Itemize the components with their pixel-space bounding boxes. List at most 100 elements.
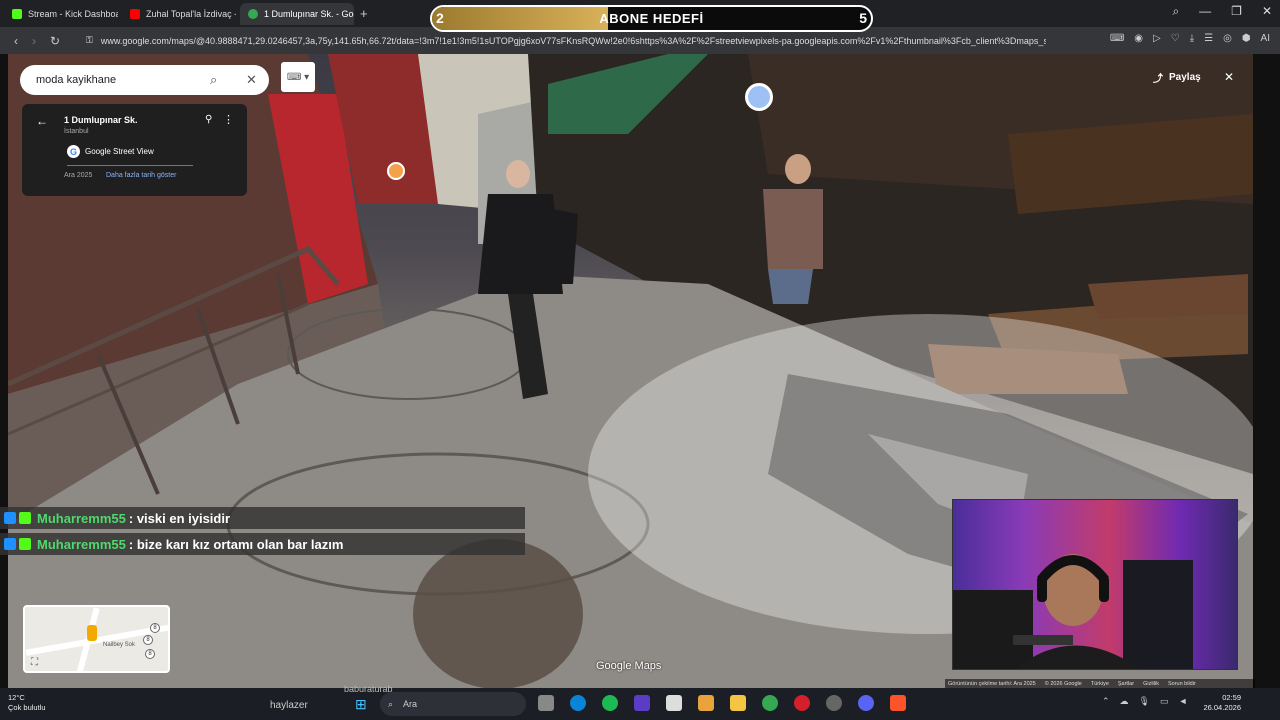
window-controls: ⌕ — ❐ ✕ — [1172, 4, 1272, 19]
microphone-icon[interactable]: 🎙 — [1139, 696, 1150, 707]
weather-desc: Çok bulutlu — [8, 703, 46, 712]
goal-target: 5 — [859, 10, 867, 26]
volume-icon[interactable]: ◄ — [1179, 696, 1188, 707]
extensions-bar: ⌨ ◉ ▷ ♡ ⤓ ☰ ◎ ⬢ AI — [1110, 33, 1270, 44]
street-view-source: G Google Street View — [67, 145, 154, 158]
moderator-badge-icon — [4, 538, 16, 550]
moderator-badge-icon — [4, 512, 16, 524]
chat-username: Muharremm55 — [37, 510, 126, 526]
weather-temp: 12°C — [8, 693, 25, 702]
ai-button[interactable]: AI — [1261, 33, 1270, 44]
partial-username: haylazer — [270, 700, 308, 711]
more-options-icon[interactable]: ⋮ — [223, 113, 234, 126]
tab-youtube[interactable]: Zuhal Topal'la İzdivaç - Ka — [122, 3, 236, 25]
mini-map[interactable]: Nailbey Sok 8 8 8 ⛶ — [23, 605, 170, 673]
taskbar-clock[interactable]: 02:59 26.04.2026 — [1200, 693, 1241, 713]
google-logo-icon: G — [67, 145, 80, 158]
webcam-feed — [953, 554, 1193, 669]
monitor-icon[interactable]: ▭ — [1160, 696, 1169, 707]
maps-footer: Görüntünün çekilme tarihi: Ara 2025 © 20… — [945, 679, 1255, 688]
file-explorer-icon[interactable] — [730, 695, 746, 711]
taskbar-search[interactable]: ⌕ Ara — [380, 692, 526, 716]
clear-search-icon[interactable]: ✕ — [246, 72, 257, 88]
tab-label: Zuhal Topal'la İzdivaç - Ka — [146, 8, 236, 19]
divider — [67, 165, 193, 166]
url-field[interactable]: ⚿ www.google.com/maps/@40.9888471,29.024… — [86, 31, 1046, 50]
windows-taskbar: 12°C Çok bulutlu haylazer baburaturab ⊞ … — [0, 684, 1280, 720]
weather-widget[interactable]: 12°C Çok bulutlu — [8, 693, 46, 713]
extension-icon[interactable]: ⬢ — [1242, 33, 1251, 44]
back-arrow-icon[interactable]: ← — [36, 114, 48, 128]
subscriber-goal-bar: 2 ABONE HEDEFİ 5 — [430, 5, 873, 32]
footer-privacy-link[interactable]: Gizlilik — [1143, 681, 1159, 687]
discord-icon[interactable] — [858, 695, 874, 711]
store-icon[interactable] — [666, 695, 682, 711]
copilot-icon[interactable] — [698, 695, 714, 711]
webcam-overlay — [952, 499, 1238, 670]
chevron-up-icon[interactable]: ⌃ — [1102, 696, 1110, 707]
location-pin-icon[interactable]: ⚲ — [205, 114, 212, 125]
maps-icon — [248, 8, 258, 19]
opera-icon[interactable] — [794, 695, 810, 711]
forward-icon[interactable]: › — [32, 34, 36, 48]
footer-capture-date: Görüntünün çekilme tarihi: Ara 2025 — [948, 680, 1036, 687]
system-tray: ⌃ ☁ 🎙 ▭ ◄ — [1102, 696, 1187, 707]
translate-icon[interactable]: ⌨ — [1110, 33, 1124, 44]
place-title: 1 Dumlupınar Sk. — [64, 115, 138, 125]
footer-terms-link[interactable]: Şartlar — [1118, 681, 1134, 687]
reload-icon[interactable]: ↻ — [50, 34, 60, 48]
street-label: Nailbey Sok — [103, 642, 136, 648]
lock-marker-icon[interactable] — [745, 83, 773, 111]
more-dates-link[interactable]: Daha fazla tarih göster — [106, 172, 176, 179]
chat-text: : viski en iyisidir — [128, 510, 231, 526]
google-maps-watermark: Google Maps — [596, 660, 662, 672]
maps-search-input[interactable]: moda kayikhane ⌕ ✕ — [20, 65, 269, 95]
source-label: Google Street View — [85, 147, 154, 156]
search-icon[interactable]: ⌕ — [210, 72, 217, 88]
chat-username: Muharremm55 — [37, 536, 126, 552]
footer-country[interactable]: Türkiye — [1091, 681, 1109, 687]
edge-icon[interactable] — [570, 695, 586, 711]
profile-icon[interactable]: ◎ — [1223, 33, 1232, 44]
maximize-button[interactable]: ❐ — [1231, 4, 1242, 19]
youtube-icon — [130, 8, 140, 19]
close-street-view-button[interactable]: ✕ — [1224, 70, 1234, 84]
obs-icon[interactable] — [826, 695, 842, 711]
chat-message: Muharremm55 : viski en iyisidir — [0, 507, 525, 529]
download-icon[interactable]: ⤓ — [1190, 33, 1194, 44]
tab-google-maps[interactable]: 1 Dumlupınar Sk. - Goog — [240, 2, 354, 25]
share-button[interactable]: ⤴ Paylaş — [1153, 70, 1201, 85]
chrome-icon[interactable] — [762, 695, 778, 711]
chat-text: : bize karı kız ortamı olan bar lazım — [128, 536, 344, 552]
search-tabs-icon[interactable]: ⌕ — [1172, 4, 1179, 19]
capture-date: Ara 2025 — [64, 172, 93, 179]
clock-date: 26.04.2026 — [1203, 703, 1241, 712]
minimize-button[interactable]: — — [1199, 4, 1211, 19]
windows-start-icon[interactable]: ⊞ — [355, 696, 367, 713]
new-tab-button[interactable]: + — [360, 6, 368, 21]
pegman-icon — [87, 625, 97, 641]
menu-icon[interactable]: ☰ — [1204, 33, 1213, 44]
search-label: Ara — [403, 699, 418, 709]
clock-time: 02:59 — [1222, 693, 1241, 702]
back-icon[interactable]: ‹ — [14, 34, 18, 48]
bookmark-icon[interactable]: ♡ — [1171, 33, 1180, 44]
task-view-icon[interactable] — [538, 695, 554, 711]
subscriber-badge-icon — [19, 538, 31, 550]
camera-icon[interactable]: ◉ — [1134, 33, 1143, 44]
place-marker-icon[interactable] — [387, 162, 405, 180]
close-window-button[interactable]: ✕ — [1262, 4, 1272, 19]
screen: { "browser": { "tabs": [ {"label": "Stre… — [0, 0, 1280, 720]
keyboard-button[interactable]: ⌨ ▾ — [281, 62, 315, 92]
footer-copyright: © 2026 Google — [1044, 680, 1082, 687]
cloud-icon[interactable]: ☁ — [1120, 696, 1129, 707]
play-icon[interactable]: ▷ — [1153, 33, 1161, 44]
tab-kick-dashboard[interactable]: Stream - Kick Dashboard — [4, 3, 118, 25]
footer-report-link[interactable]: Sorun bildir — [1168, 681, 1196, 687]
app-icon[interactable] — [634, 695, 650, 711]
spotify-icon[interactable] — [602, 695, 618, 711]
brave-icon[interactable] — [890, 695, 906, 711]
kick-icon — [12, 8, 22, 19]
expand-map-icon[interactable]: ⛶ — [31, 657, 38, 668]
site-info-icon[interactable]: ⚿ — [86, 35, 93, 46]
